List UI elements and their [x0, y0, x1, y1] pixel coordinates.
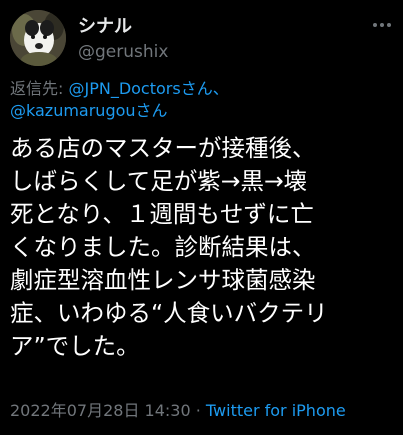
- dog-avatar-icon: [10, 10, 66, 66]
- replying-to: 返信先: @JPN_Doctorsさん、 @kazumarugouさん: [10, 78, 395, 122]
- tweet-text-line: しばらくして足が紫→黒→壊: [10, 167, 308, 195]
- tweet-text-line: ある店のマスターが接種後、: [10, 134, 316, 162]
- more-options-icon[interactable]: [371, 14, 393, 36]
- tweet-meta: 2022年07月28日 14:30 · Twitter for iPhone: [10, 400, 400, 422]
- user-handle[interactable]: @gerushix: [78, 42, 168, 62]
- mention-link[interactable]: @kazumarugouさん: [10, 101, 168, 120]
- tweet-text: ある店のマスターが接種後、 しばらくして足が紫→黒→壊 死となり、１週間もせずに…: [10, 132, 398, 363]
- tweet-card: シナル @gerushix 返信先: @JPN_Doctorsさん、 @kazum…: [0, 0, 403, 435]
- user-names: シナル @gerushix: [78, 12, 338, 66]
- tweet-text-line: くなりました。診断結果は、: [10, 233, 316, 261]
- display-name[interactable]: シナル: [78, 12, 132, 38]
- tweet-text-line: ア”でした。: [10, 332, 140, 360]
- tweet-text-line: 症、いわゆる“人食いバクテリ: [10, 299, 328, 327]
- tweet-text-line: 死となり、１週間もせずに亡: [10, 200, 314, 228]
- meta-separator: ·: [190, 401, 206, 420]
- tweet-source-link[interactable]: Twitter for iPhone: [206, 401, 346, 420]
- tweet-header: シナル @gerushix: [10, 10, 393, 66]
- mention-link[interactable]: @JPN_Doctorsさん、: [68, 79, 228, 98]
- tweet-text-line: 劇症型溶血性レンサ球菌感染: [10, 266, 316, 294]
- reply-prefix: 返信先:: [10, 79, 69, 98]
- tweet-timestamp[interactable]: 2022年07月28日 14:30: [10, 401, 191, 420]
- user-avatar[interactable]: [10, 10, 66, 66]
